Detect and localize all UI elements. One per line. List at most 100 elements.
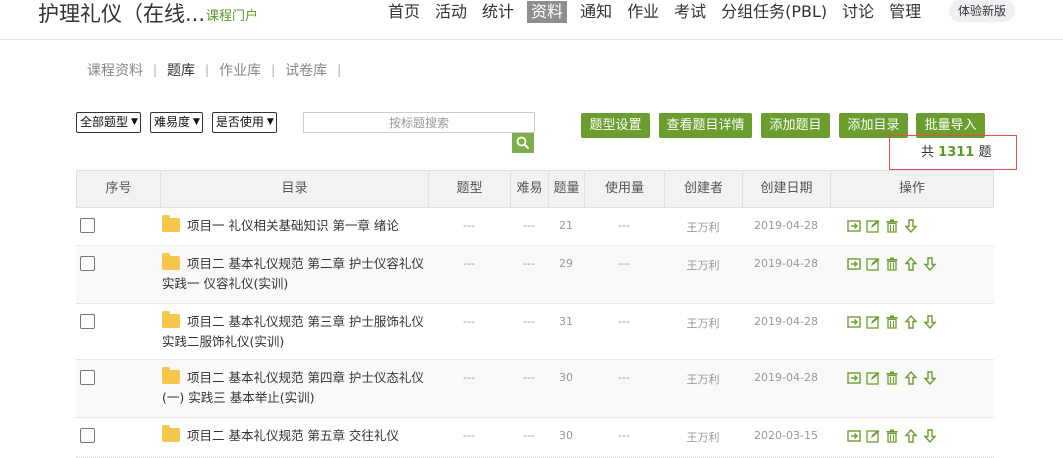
- table-row: 项目一 礼仪相关基础知识 第一章 绪论 --- --- 21 --- 王万利 2019-04…: [76, 208, 994, 246]
- chevron-down-icon: ▼: [192, 117, 200, 127]
- arrow-up-icon[interactable]: [904, 315, 918, 329]
- tab-question-bank[interactable]: 题库: [167, 60, 195, 80]
- difficulty-cell: ---: [523, 429, 535, 442]
- course-title[interactable]: 护理礼仪（在线...: [38, 0, 205, 28]
- subnav-divider: |: [205, 63, 210, 77]
- add-question-button[interactable]: 添加题目: [761, 113, 830, 138]
- move-icon[interactable]: [847, 429, 861, 443]
- arrow-down-icon[interactable]: [904, 219, 918, 233]
- usage-cell: ---: [618, 257, 630, 270]
- usage-cell: ---: [618, 219, 630, 232]
- folder-icon: [162, 367, 180, 384]
- usage-value: 是否使用: [215, 115, 264, 129]
- move-icon[interactable]: [847, 371, 861, 385]
- header-difficulty: 难易: [511, 171, 549, 207]
- row-checkbox[interactable]: [80, 218, 95, 233]
- search-input[interactable]: 按标题搜索: [303, 112, 535, 133]
- header-creator: 创建者: [665, 171, 743, 207]
- nav-home[interactable]: 首页: [386, 1, 422, 23]
- nav-manage[interactable]: 管理: [887, 1, 923, 23]
- move-icon[interactable]: [847, 257, 861, 271]
- row-checkbox[interactable]: [80, 428, 95, 443]
- tab-homework-bank[interactable]: 作业库: [219, 60, 261, 80]
- creator-cell: 王万利: [686, 373, 720, 386]
- nav-group-tasks[interactable]: 分组任务(PBL): [719, 1, 829, 23]
- arrow-up-icon[interactable]: [904, 371, 918, 385]
- nav-notices[interactable]: 通知: [578, 1, 614, 23]
- directory-name: 项目二 基本礼仪规范 第三章 护士服饰礼仪 实践二服饰礼仪(实训): [162, 314, 424, 349]
- row-checkbox[interactable]: [80, 256, 95, 271]
- directory-cell[interactable]: 项目二 基本礼仪规范 第三章 护士服饰礼仪 实践二服饰礼仪(实训): [162, 311, 424, 352]
- chevron-down-icon: ▼: [266, 117, 274, 127]
- main-nav: 首页 活动 统计 资料 通知 作业 考试 分组任务(PBL) 讨论 管理: [386, 0, 934, 24]
- trash-icon[interactable]: [885, 219, 899, 233]
- move-icon[interactable]: [847, 219, 861, 233]
- difficulty-select[interactable]: 难易度 ▼: [149, 112, 203, 133]
- row-checkbox[interactable]: [80, 314, 95, 329]
- directory-name: 项目二 基本礼仪规范 第二章 护士仪容礼仪 实践一 仪容礼仪(实训): [162, 256, 424, 291]
- edit-icon[interactable]: [866, 219, 880, 233]
- question-bank-table: 序号 目录 题型 难易 题量 使用量 创建者 创建日期 操作 项目一 礼仪相关基…: [76, 170, 994, 458]
- chevron-down-icon: ▼: [131, 117, 138, 127]
- nav-discussion[interactable]: 讨论: [840, 1, 876, 23]
- move-icon[interactable]: [847, 315, 861, 329]
- try-new-version-button[interactable]: 体验新版: [949, 0, 1016, 22]
- directory-cell[interactable]: 项目二 基本礼仪规范 第四章 护士仪态礼仪(一) 实践三 基本举止(实训): [162, 367, 424, 408]
- folder-icon: [162, 425, 180, 442]
- header-count: 题量: [549, 171, 585, 207]
- arrow-down-icon[interactable]: [923, 315, 937, 329]
- type-cell: ---: [463, 257, 475, 270]
- search-icon: [516, 136, 530, 150]
- question-type-settings-button[interactable]: 题型设置: [581, 113, 650, 138]
- nav-activity[interactable]: 活动: [433, 1, 469, 23]
- arrow-up-icon[interactable]: [904, 257, 918, 271]
- search-button[interactable]: [512, 133, 534, 153]
- directory-name: 项目二 基本礼仪规范 第五章 交往礼仪: [187, 428, 399, 443]
- tab-course-materials[interactable]: 课程资料: [87, 60, 143, 80]
- count-cell: 30: [559, 429, 573, 442]
- nav-homework[interactable]: 作业: [625, 1, 661, 23]
- trash-icon[interactable]: [885, 257, 899, 271]
- tab-exam-paper-bank[interactable]: 试卷库: [285, 60, 327, 80]
- table-row: 项目二 基本礼仪规范 第四章 护士仪态礼仪(一) 实践三 基本举止(实训) ---…: [76, 360, 994, 418]
- row-operations: [847, 315, 942, 329]
- edit-icon[interactable]: [866, 429, 880, 443]
- trash-icon[interactable]: [885, 429, 899, 443]
- row-operations: [847, 429, 942, 443]
- usage-select[interactable]: 是否使用 ▼: [211, 112, 277, 133]
- difficulty-cell: ---: [523, 257, 535, 270]
- edit-icon[interactable]: [866, 257, 880, 271]
- edit-icon[interactable]: [866, 315, 880, 329]
- row-checkbox[interactable]: [80, 370, 95, 385]
- count-value: 1311: [938, 145, 975, 160]
- header-index: 序号: [77, 171, 161, 207]
- table-header: 序号 目录 题型 难易 题量 使用量 创建者 创建日期 操作: [76, 170, 994, 208]
- creator-cell: 王万利: [686, 431, 720, 444]
- nav-exam[interactable]: 考试: [672, 1, 708, 23]
- header-created-date: 创建日期: [743, 171, 831, 207]
- trash-icon[interactable]: [885, 315, 899, 329]
- course-portal-link[interactable]: 课程门户: [206, 5, 258, 24]
- date-cell: 2019-04-28: [754, 315, 818, 328]
- arrow-up-icon[interactable]: [904, 429, 918, 443]
- directory-cell[interactable]: 项目一 礼仪相关基础知识 第一章 绪论: [162, 215, 424, 236]
- view-question-details-button[interactable]: 查看题目详情: [659, 113, 752, 138]
- date-cell: 2019-04-28: [754, 371, 818, 384]
- count-cell: 30: [559, 371, 573, 384]
- directory-cell[interactable]: 项目二 基本礼仪规范 第二章 护士仪容礼仪 实践一 仪容礼仪(实训): [162, 253, 424, 294]
- question-type-select[interactable]: 全部题型 ▼: [76, 112, 141, 133]
- top-header: 护理礼仪（在线... 课程门户 首页 活动 统计 资料 通知 作业 考试 分组任…: [0, 0, 1063, 40]
- type-cell: ---: [463, 429, 475, 442]
- header-directory: 目录: [161, 171, 429, 207]
- arrow-down-icon[interactable]: [923, 371, 937, 385]
- arrow-down-icon[interactable]: [923, 257, 937, 271]
- nav-statistics[interactable]: 统计: [480, 1, 516, 23]
- arrow-down-icon[interactable]: [923, 429, 937, 443]
- nav-materials[interactable]: 资料: [527, 1, 568, 23]
- difficulty-cell: ---: [523, 371, 535, 384]
- trash-icon[interactable]: [885, 371, 899, 385]
- directory-cell[interactable]: 项目二 基本礼仪规范 第五章 交往礼仪: [162, 425, 424, 446]
- edit-icon[interactable]: [866, 371, 880, 385]
- header-operations: 操作: [898, 181, 925, 196]
- directory-name: 项目一 礼仪相关基础知识 第一章 绪论: [187, 218, 399, 233]
